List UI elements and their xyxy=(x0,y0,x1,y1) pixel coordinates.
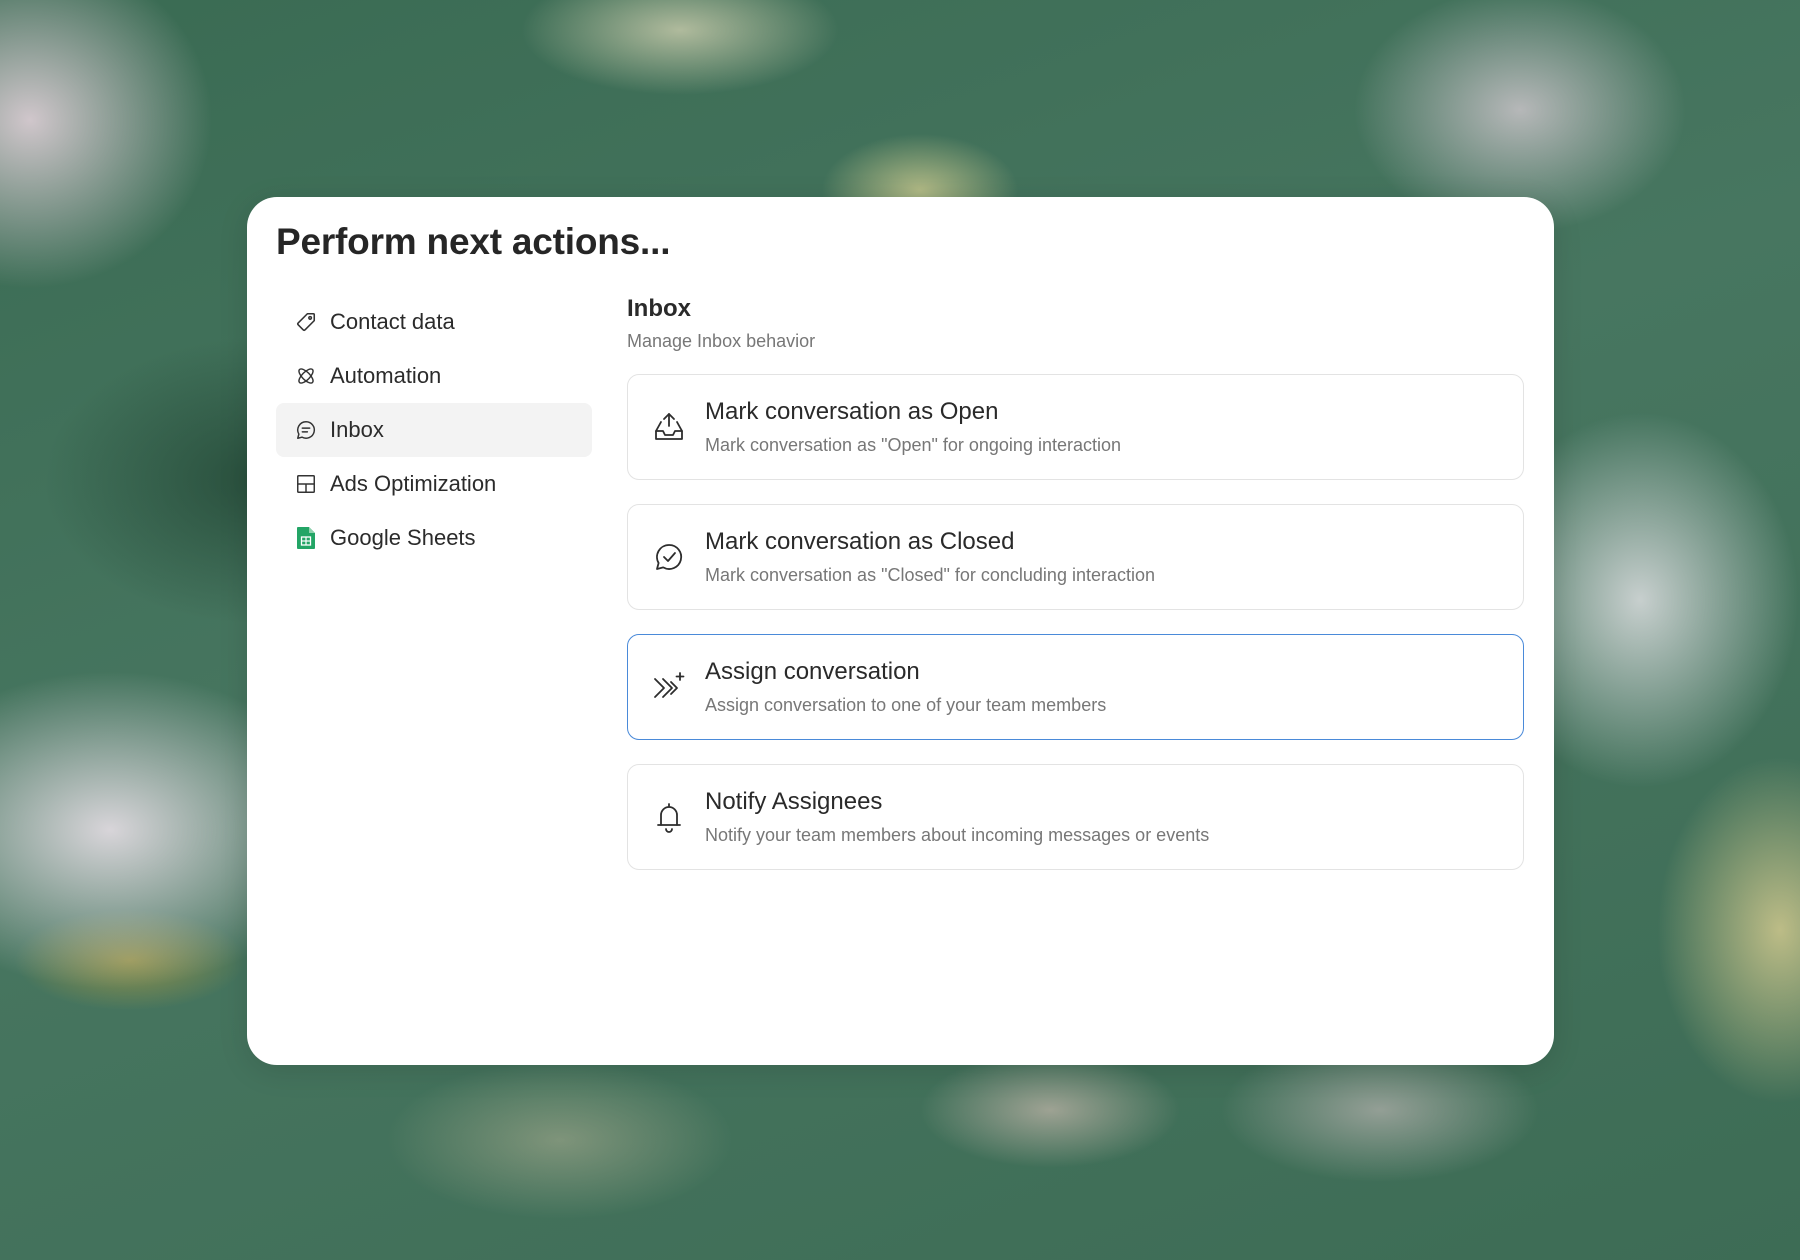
layout-icon xyxy=(294,472,318,496)
chat-check-icon xyxy=(652,540,686,574)
action-description: Assign conversation to one of your team … xyxy=(705,695,1107,715)
category-sidebar: Contact data Automation Inbox Ads Optimi… xyxy=(276,295,592,565)
sidebar-item-label: Inbox xyxy=(330,417,384,442)
sidebar-item-label: Contact data xyxy=(330,309,455,334)
google-sheets-icon xyxy=(294,526,318,550)
action-description: Notify your team members about incoming … xyxy=(705,825,1210,845)
inbox-upload-icon xyxy=(652,410,686,444)
bell-icon xyxy=(652,800,686,834)
action-title: Notify Assignees xyxy=(705,788,883,815)
action-title: Assign conversation xyxy=(705,658,920,685)
actions-panel: Inbox Manage Inbox behavior Mark convers… xyxy=(627,295,1524,894)
sidebar-item-ads-optimization[interactable]: Ads Optimization xyxy=(276,457,592,511)
sidebar-item-label: Google Sheets xyxy=(330,525,476,550)
action-list: Mark conversation as Open Mark conversat… xyxy=(627,374,1524,870)
tag-icon xyxy=(294,310,318,334)
action-title: Mark conversation as Closed xyxy=(705,528,1015,555)
action-notify-assignees[interactable]: Notify Assignees Notify your team member… xyxy=(627,764,1524,870)
action-title: Mark conversation as Open xyxy=(705,398,999,425)
chat-bubble-icon xyxy=(294,418,318,442)
dialog-title: Perform next actions... xyxy=(276,221,671,262)
action-mark-open[interactable]: Mark conversation as Open Mark conversat… xyxy=(627,374,1524,480)
action-mark-closed[interactable]: Mark conversation as Closed Mark convers… xyxy=(627,504,1524,610)
action-description: Mark conversation as "Open" for ongoing … xyxy=(705,435,1122,455)
atom-icon xyxy=(294,364,318,388)
perform-actions-dialog: Perform next actions... Contact data Aut… xyxy=(247,197,1554,1065)
section-title: Inbox xyxy=(627,295,691,322)
sidebar-item-automation[interactable]: Automation xyxy=(276,349,592,403)
section-subtitle: Manage Inbox behavior xyxy=(627,331,816,351)
sidebar-item-google-sheets[interactable]: Google Sheets xyxy=(276,511,592,565)
sidebar-item-contact-data[interactable]: Contact data xyxy=(276,295,592,349)
sidebar-item-label: Ads Optimization xyxy=(330,471,497,496)
action-description: Mark conversation as "Closed" for conclu… xyxy=(705,565,1155,585)
action-assign-conversation[interactable]: Assign conversation Assign conversation … xyxy=(627,634,1524,740)
assign-arrows-icon xyxy=(652,670,686,704)
sidebar-item-inbox[interactable]: Inbox xyxy=(276,403,592,457)
sidebar-item-label: Automation xyxy=(330,363,442,388)
